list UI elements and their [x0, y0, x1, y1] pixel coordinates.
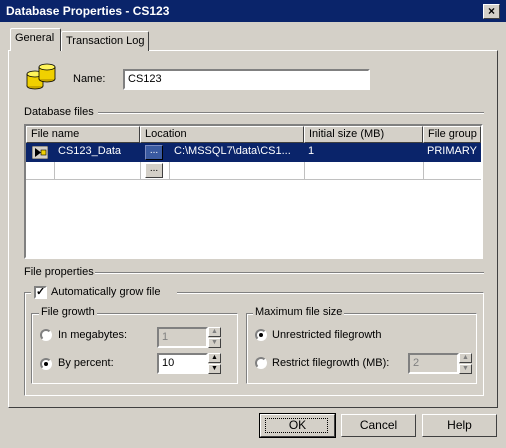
column-header-file-group[interactable]: File group: [423, 126, 481, 143]
cell-file-name[interactable]: CS123_Data: [54, 143, 140, 162]
file-growth-title: File growth: [39, 306, 97, 318]
grid-line: [423, 162, 424, 179]
cell-location[interactable]: C:\MSSQL7\data\CS1...: [170, 143, 304, 162]
browse-button[interactable]: ...: [145, 145, 163, 160]
window-title: Database Properties - CS123: [6, 4, 170, 18]
table-row[interactable]: CS123_Data ... C:\MSSQL7\data\CS1... 1 P…: [26, 143, 481, 162]
radio-dot: [44, 362, 48, 366]
unrestricted-radio[interactable]: [255, 329, 267, 341]
radio-dot: [259, 333, 263, 337]
restrict-spin-up[interactable]: ▲: [459, 353, 472, 363]
restrict-radio[interactable]: [255, 357, 267, 369]
close-icon: ×: [487, 4, 495, 18]
column-header-location[interactable]: Location: [140, 126, 304, 143]
grid-line: [54, 162, 55, 179]
max-file-size-title: Maximum file size: [253, 306, 345, 318]
auto-grow-label: Automatically grow file: [51, 286, 161, 298]
divider: [95, 272, 484, 274]
megabytes-spin-up[interactable]: ▲: [208, 327, 221, 337]
file-properties-label: File properties: [24, 266, 94, 278]
megabytes-spin-down[interactable]: ▼: [208, 338, 221, 348]
by-percent-radio[interactable]: [40, 358, 52, 370]
auto-grow-checkbox[interactable]: ✓: [34, 286, 47, 299]
column-header-file-name[interactable]: File name: [26, 126, 140, 143]
column-header-initial-size[interactable]: Initial size (MB): [304, 126, 423, 143]
name-label: Name:: [73, 73, 106, 85]
focus-rectangle: [265, 418, 328, 433]
close-button[interactable]: ×: [483, 4, 500, 19]
megabytes-input[interactable]: 1: [157, 327, 208, 348]
grid-line: [169, 162, 170, 179]
row-pointer-icon: [31, 145, 49, 160]
unrestricted-label: Unrestricted filegrowth: [272, 329, 382, 341]
percent-spin-up[interactable]: ▲: [208, 353, 221, 363]
restrict-spin-down[interactable]: ▼: [459, 364, 472, 374]
database-files-label: Database files: [24, 106, 94, 118]
grid-line: [304, 162, 305, 179]
percent-spin-down[interactable]: ▼: [208, 364, 221, 374]
grid-line: [26, 179, 481, 180]
grid-line: [140, 162, 141, 179]
divider: [98, 112, 484, 114]
database-icon: [24, 62, 58, 96]
cell-initial-size[interactable]: 1: [304, 143, 423, 162]
help-button[interactable]: Help: [422, 414, 497, 437]
by-percent-label: By percent:: [58, 357, 114, 369]
cancel-button[interactable]: Cancel: [341, 414, 416, 437]
tab-transaction-log[interactable]: Transaction Log: [61, 31, 149, 51]
tab-general[interactable]: General: [10, 28, 61, 51]
database-files-grid[interactable]: File name Location Initial size (MB) Fil…: [24, 124, 483, 259]
name-input[interactable]: CS123: [123, 69, 370, 90]
restrict-label: Restrict filegrowth (MB):: [272, 357, 390, 369]
cell-file-group[interactable]: PRIMARY: [423, 143, 481, 162]
browse-button[interactable]: ...: [145, 163, 163, 178]
restrict-input[interactable]: 2: [408, 353, 459, 374]
in-megabytes-label: In megabytes:: [58, 329, 128, 341]
auto-grow-row[interactable]: ✓ Automatically grow file: [31, 285, 177, 301]
in-megabytes-radio[interactable]: [40, 329, 52, 341]
percent-input[interactable]: 10: [157, 353, 208, 374]
